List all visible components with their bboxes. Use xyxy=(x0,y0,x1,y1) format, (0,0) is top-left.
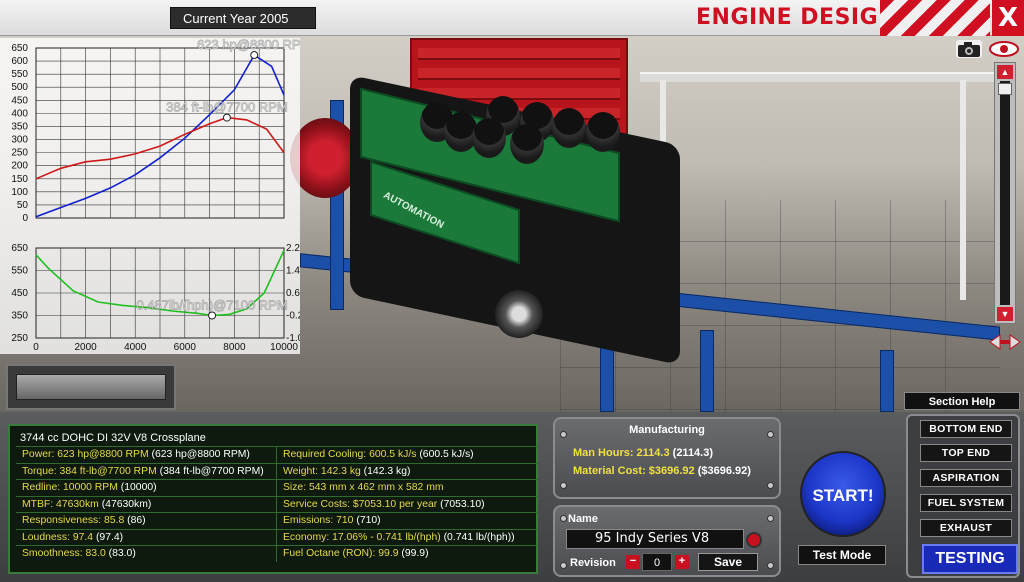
title-stripes xyxy=(880,0,990,36)
x-tick-label: 8000 xyxy=(223,342,246,353)
y-tick-label: 350 xyxy=(11,311,28,322)
x-tick-label: 10000 xyxy=(270,342,298,353)
stat-cell-right: Emissions: 710 (710) xyxy=(283,515,381,526)
name-label: Name xyxy=(568,513,598,525)
peak-label: 0.487lb/(hph)@7100 RPM xyxy=(136,298,287,313)
y-tick-label: 450 xyxy=(11,288,28,299)
zoom-scrollbar[interactable]: ▲ ▼ xyxy=(994,62,1016,324)
y-tick-label: 100 xyxy=(11,187,28,198)
y-tick-label: 250 xyxy=(11,148,28,159)
dyno-chart: 6506005505004504003503002502001501005006… xyxy=(11,37,312,353)
y2-tick-label: 2.2 xyxy=(286,243,300,254)
section-fuel-system[interactable]: FUEL SYSTEM xyxy=(920,494,1012,512)
y-tick-label: 150 xyxy=(11,174,28,185)
close-button[interactable]: X xyxy=(992,0,1024,36)
test-mode-button[interactable]: Test Mode xyxy=(798,545,886,565)
y-tick-label: 550 xyxy=(11,69,28,80)
revision-increment-button[interactable]: + xyxy=(675,555,689,569)
section-aspiration[interactable]: ASPIRATION xyxy=(920,469,1012,487)
stat-cell-left: MTBF: 47630km (47630km) xyxy=(16,496,277,512)
stat-row: Power: 623 hp@8800 RPM (623 hp@8800 RPM)… xyxy=(16,446,538,463)
x-tick-label: 0 xyxy=(33,342,39,353)
section-testing[interactable]: TESTING xyxy=(922,544,1018,574)
stats-table: Power: 623 hp@8800 RPM (623 hp@8800 RPM)… xyxy=(16,446,538,562)
peak-label: 384 ft-lb@7700 RPM xyxy=(166,100,288,115)
y-tick-label: 300 xyxy=(11,135,28,146)
name-options-button[interactable] xyxy=(746,532,762,548)
page-title: ENGINE DESIGN xyxy=(696,5,898,30)
stat-cell-right: Size: 543 mm x 462 mm x 582 mm xyxy=(283,482,444,493)
y-tick-label: 550 xyxy=(11,266,28,277)
stat-row: Responsiveness: 85.8 (86) Emissions: 710 … xyxy=(16,512,538,529)
revision-label: Revision xyxy=(570,557,616,569)
engine-description: 3744 cc DOHC DI 32V V8 Crossplane xyxy=(20,432,206,444)
x-tick-label: 6000 xyxy=(174,342,197,353)
rotate-arrows-icon[interactable] xyxy=(988,332,1022,352)
stat-cell-right: Weight: 142.3 kg (142.3 kg) xyxy=(283,465,411,477)
stat-cell-left: Redline: 10000 RPM (10000) xyxy=(16,480,277,496)
stats-panel: 3744 cc DOHC DI 32V V8 Crossplane Power:… xyxy=(8,424,538,574)
stat-cell-right: Service Costs: $7053.10 per year (7053.1… xyxy=(283,498,485,510)
engine-thumbnail-strip[interactable] xyxy=(6,364,176,410)
manufacturing-title: Manufacturing xyxy=(629,424,705,436)
stat-cell-right: Required Cooling: 600.5 kJ/s (600.5 kJ/s… xyxy=(283,449,474,460)
engine-thumbnail[interactable] xyxy=(16,374,166,400)
y2-tick-label: 0.6 xyxy=(286,288,300,299)
engine-name-input[interactable]: 95 Indy Series V8 xyxy=(566,529,744,549)
dyno-graph: 650 600 550 500 450 400 350 300 250 200 150 100 50 0 6… xyxy=(0,37,312,354)
peak-marker xyxy=(208,311,217,320)
y-tick-label: 50 xyxy=(17,200,29,211)
x-tick-label: 4000 xyxy=(124,342,147,353)
peak-marker xyxy=(250,51,259,60)
section-help-button[interactable]: Section Help xyxy=(904,392,1020,410)
stat-cell-right: Fuel Octane (RON): 99.9 (99.9) xyxy=(283,548,429,559)
y-tick-label: 400 xyxy=(11,108,28,119)
start-button[interactable]: START! xyxy=(800,451,886,537)
workbench xyxy=(640,72,1000,82)
revision-value: 0 xyxy=(642,553,672,571)
scroll-up-icon[interactable]: ▲ xyxy=(997,65,1013,79)
y-tick-label: 650 xyxy=(11,43,28,54)
crank-pulley xyxy=(495,290,543,338)
y-tick-label: 650 xyxy=(11,243,28,254)
save-button[interactable]: Save xyxy=(698,553,758,571)
peak-label: 623 hp@8800 RPM xyxy=(197,38,300,52)
y-tick-label: 450 xyxy=(11,95,28,106)
eye-icon[interactable] xyxy=(988,40,1020,58)
peak-marker xyxy=(222,113,231,122)
y2-tick-label: -0.2 xyxy=(286,311,300,322)
y-tick-label: 0 xyxy=(22,213,28,224)
section-bottom-end[interactable]: BOTTOM END xyxy=(920,420,1012,438)
revision-decrement-button[interactable]: − xyxy=(626,555,640,569)
y2-tick-label: 1.4 xyxy=(286,266,300,277)
camera-icon[interactable] xyxy=(956,40,982,58)
current-year: Current Year 2005 xyxy=(170,7,316,29)
stat-cell-left: Power: 623 hp@8800 RPM (623 hp@8800 RPM) xyxy=(16,447,277,463)
scroll-down-icon[interactable]: ▼ xyxy=(997,307,1013,321)
stat-row: Smoothness: 83.0 (83.0) Fuel Octane (RON)… xyxy=(16,545,538,562)
scroll-thumb[interactable] xyxy=(998,83,1012,95)
section-top-end[interactable]: TOP END xyxy=(920,444,1012,462)
stat-cell-right: Economy: 17.06% - 0.741 lb/(hph) (0.741 … xyxy=(283,531,515,543)
stat-cell-left: Torque: 384 ft-lb@7700 RPM (384 ft-lb@77… xyxy=(16,463,277,479)
stat-row: Redline: 10000 RPM (10000) Size: 543 mm x… xyxy=(16,479,538,496)
manufacturing-panel: Manufacturing Man Hours: 2114.3 (2114.3)… xyxy=(553,417,781,499)
y-tick-label: 600 xyxy=(11,56,28,67)
stat-row: MTBF: 47630km (47630km) Service Costs: $7… xyxy=(16,495,538,512)
material-cost: Material Cost: $3696.92 ($3696.92) xyxy=(573,465,751,477)
stat-row: Torque: 384 ft-lb@7700 RPM (384 ft-lb@77… xyxy=(16,462,538,479)
y-tick-label: 500 xyxy=(11,82,28,93)
x-tick-label: 2000 xyxy=(74,342,97,353)
stat-row: Loudness: 97.4 (97.4) Economy: 17.06% - 0… xyxy=(16,528,538,545)
stat-cell-left: Loudness: 97.4 (97.4) xyxy=(16,529,277,545)
stat-cell-left: Smoothness: 83.0 (83.0) xyxy=(16,546,277,562)
section-exhaust[interactable]: EXHAUST xyxy=(920,519,1012,537)
y-tick-label: 250 xyxy=(11,333,28,344)
man-hours: Man Hours: 2114.3 (2114.3) xyxy=(573,447,714,459)
stat-cell-left: Responsiveness: 85.8 (86) xyxy=(16,513,277,529)
y-tick-label: 200 xyxy=(11,161,28,172)
y-tick-label: 350 xyxy=(11,121,28,132)
